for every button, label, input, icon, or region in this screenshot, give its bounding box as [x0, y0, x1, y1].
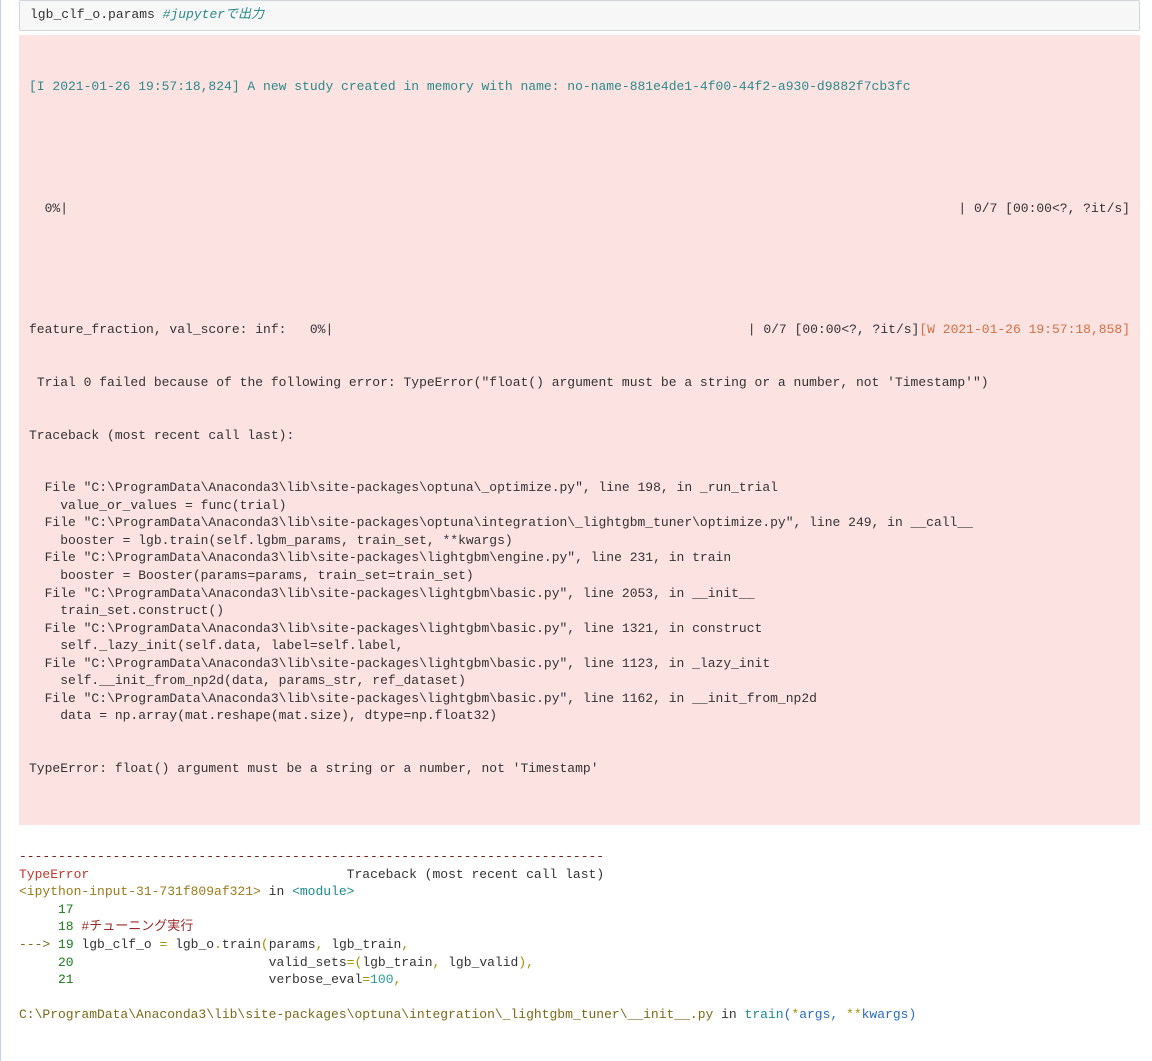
tb-frame-loc: File "C:\ProgramData\Anaconda3\lib\site-… — [29, 479, 1130, 497]
log-warn-prefix: [W 2021-01-26 19:57:18,858] — [919, 321, 1130, 339]
tb-frame-src: data = np.array(mat.reshape(mat.size), d… — [29, 707, 1130, 725]
tb-module-right: <module> — [292, 884, 354, 899]
ipython-traceback: ----------------------------------------… — [19, 831, 1140, 1042]
tb-frame-loc: File "C:\ProgramData\Anaconda3\lib\site-… — [29, 585, 1130, 603]
tb-header: Traceback (most recent call last): — [29, 427, 1130, 445]
input-code: lgb_clf_o.params — [30, 7, 155, 22]
tb-frame-loc: File "C:\ProgramData\Anaconda3\lib\site-… — [29, 549, 1130, 567]
ln-19: 19 — [58, 937, 74, 952]
tb-sep: ----------------------------------------… — [19, 849, 604, 864]
log-info: [I 2021-01-26 19:57:18,824] A new study … — [29, 79, 911, 94]
tb-frame-loc: File "C:\ProgramData\Anaconda3\lib\site-… — [29, 655, 1130, 673]
tb-file-path: C:\ProgramData\Anaconda3\lib\site-packag… — [19, 1007, 713, 1022]
notebook-output-area: lgb_clf_o.params #jupyterで出力 [I 2021-01-… — [0, 0, 1152, 1061]
tb-frame-src: self.__init_from_np2d(data, params_str, … — [29, 672, 1130, 690]
input-cell: lgb_clf_o.params #jupyterで出力 — [19, 0, 1140, 31]
progress-right: | 0/7 [00:00<?, ?it/s] — [958, 200, 1130, 218]
input-comment: #jupyterで出力 — [163, 7, 264, 22]
ln-17: 17 — [19, 902, 74, 917]
tb-frame-src: booster = lgb.train(self.lgbm_params, tr… — [29, 532, 1130, 550]
ln-21: 21 — [19, 972, 74, 987]
progress2-right: | 0/7 [00:00<?, ?it/s] — [748, 321, 920, 339]
tb-frame-src: train_set.construct() — [29, 602, 1130, 620]
tb-errname: TypeError — [19, 867, 89, 882]
log-warn-tail: Trial 0 failed because of the following … — [29, 375, 989, 390]
tb-module-left: <ipython-input-31-731f809af321> — [19, 884, 261, 899]
progress2-left: feature_fraction, val_score: inf: 0%| — [29, 321, 333, 339]
progress-left: 0%| — [29, 200, 68, 218]
ln-18: 18 — [19, 919, 74, 934]
tb-label: Traceback (most recent call last) — [347, 867, 604, 882]
tb-final: TypeError: float() argument must be a st… — [29, 760, 1130, 778]
stderr-output: [I 2021-01-26 19:57:18,824] A new study … — [19, 35, 1140, 825]
ln-20: 20 — [19, 955, 74, 970]
tb-frame-src: self._lazy_init(self.data, label=self.la… — [29, 637, 1130, 655]
tb-frame-loc: File "C:\ProgramData\Anaconda3\lib\site-… — [29, 514, 1130, 532]
tb-frame-loc: File "C:\ProgramData\Anaconda3\lib\site-… — [29, 620, 1130, 638]
arrow: ---> — [19, 937, 58, 952]
tb-frame-src: value_or_values = func(trial) — [29, 497, 1130, 515]
tb-frame-loc: File "C:\ProgramData\Anaconda3\lib\site-… — [29, 690, 1130, 708]
tb-frame-src: booster = Booster(params=params, train_s… — [29, 567, 1130, 585]
